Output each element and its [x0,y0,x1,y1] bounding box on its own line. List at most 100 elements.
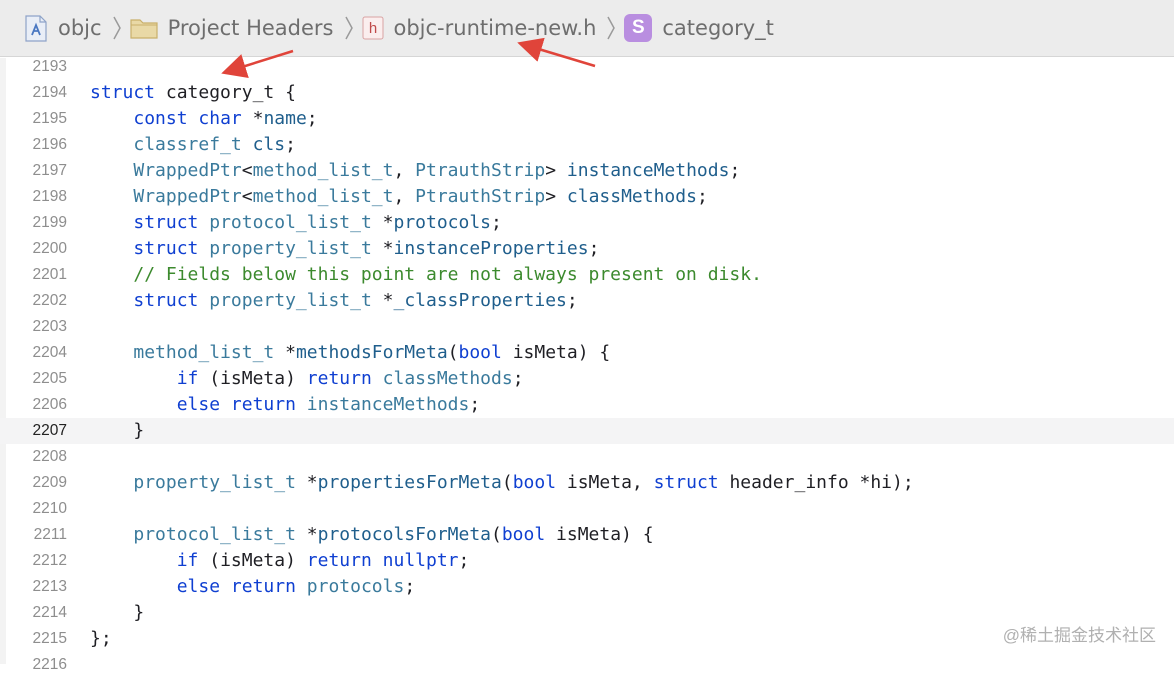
code-token: if [176,368,199,389]
code-token: * [241,108,264,129]
breadcrumb-item-group[interactable]: Project Headers [129,16,334,40]
code-line[interactable]: 2207 } [0,418,1174,444]
code-token: bool [458,342,502,363]
line-number: 2198 [32,188,67,205]
line-number: 2195 [32,110,67,127]
code-text: else return instanceMethods; [90,392,480,418]
line-number: 2213 [32,578,67,595]
code-text: if (isMeta) return nullptr; [90,548,470,574]
code-token: bool [512,472,557,493]
code-text: else return protocols; [90,574,415,600]
code-line[interactable]: 2194 struct category_t { [0,80,1174,106]
breadcrumb-item-symbol[interactable]: S category_t [624,14,774,42]
code-text: struct category_t { [90,80,296,106]
code-editor[interactable]: 2193 2194 struct category_t {2195 const ch… [0,58,1174,673]
code-line[interactable]: 2199 struct protocol_list_t *protocols; [0,210,1174,236]
code-line[interactable]: 2200 struct property_list_t *instancePro… [0,236,1174,262]
code-line[interactable]: 2210 [0,496,1174,522]
code-line[interactable]: 2196 classref_t cls; [0,132,1174,158]
code-line[interactable]: 2205 if (isMeta) return classMethods; [0,366,1174,392]
code-line[interactable]: 2213 else return protocols; [0,574,1174,600]
code-token: , [393,160,416,181]
code-token: ; [588,238,600,259]
line-number: 2209 [32,474,67,491]
code-text: const char *name; [90,106,317,132]
line-number: 2197 [32,162,67,179]
code-text: }; [90,626,112,652]
code-line[interactable]: 2202 struct property_list_t *_classPrope… [0,288,1174,314]
code-text: struct property_list_t *instanceProperti… [90,236,599,262]
code-line[interactable]: 2208 [0,444,1174,470]
code-line[interactable]: 2201 // Fields below this point are not … [0,262,1174,288]
code-line[interactable]: 2216 [0,652,1174,678]
code-line[interactable]: 2198 WrappedPtr<method_list_t, PtrauthSt… [0,184,1174,210]
code-line[interactable]: 2195 const char *name; [0,106,1174,132]
code-token: isMeta, [556,472,654,493]
breadcrumb-item-project[interactable]: objc [24,14,102,42]
code-text: struct property_list_t *_classProperties… [90,288,577,314]
code-line[interactable]: 2204 method_list_t *methodsForMeta(bool … [0,340,1174,366]
code-token: struct [653,472,719,493]
code-token: protocols [393,212,492,233]
line-number: 2215 [32,630,67,647]
code-token: ; [729,160,741,181]
code-token: isMeta) { [545,524,654,545]
code-token: classMethods [566,186,697,207]
code-token: instanceMethods [306,394,470,415]
code-line[interactable]: 2193 [0,54,1174,80]
code-token: category_t { [155,82,296,103]
code-token: struct [90,82,156,103]
code-token: * [295,524,318,545]
code-text: WrappedPtr<method_list_t, PtrauthStrip> … [90,158,740,184]
code-line[interactable]: 2206 else return instanceMethods; [0,392,1174,418]
code-token: * [371,212,394,233]
line-number: 2201 [32,266,67,283]
code-token: < [241,186,253,207]
line-number: 2206 [32,396,67,413]
code-token: ( [447,342,459,363]
code-token: } [90,602,145,623]
code-token: protocol_list_t [133,524,296,545]
code-text: struct protocol_list_t *protocols; [90,210,502,236]
code-token: // Fields below this point are not alway… [133,264,762,285]
code-line[interactable]: 2203 [0,314,1174,340]
line-number: 2202 [32,292,67,309]
code-token: * [371,290,394,311]
code-token: else [176,576,221,597]
breadcrumb-label: objc-runtime-new.h [393,16,597,40]
code-token: ; [696,186,708,207]
code-token: * [371,238,394,259]
chevron-right-icon [112,15,122,41]
code-token: if [176,550,199,571]
code-token: protocolsForMeta [317,524,491,545]
code-token: ; [285,134,296,155]
code-token: else [176,394,221,415]
code-token: protocol_list_t [209,212,372,233]
breadcrumb-item-file[interactable]: h objc-runtime-new.h [362,16,597,40]
code-token: instanceProperties [393,238,589,259]
watermark: @稀土掘金技术社区 [1002,626,1156,645]
code-line[interactable]: 2212 if (isMeta) return nullptr; [0,548,1174,574]
code-line[interactable]: 2214 } [0,600,1174,626]
code-line[interactable]: 2215}; [0,626,1174,652]
code-token: name [263,108,307,129]
code-line[interactable]: 2211 protocol_list_t *protocolsForMeta(b… [0,522,1174,548]
line-number: 2193 [32,58,67,75]
code-line[interactable]: 2209 property_list_t *propertiesForMeta(… [0,470,1174,496]
code-text: WrappedPtr<method_list_t, PtrauthStrip> … [90,184,708,210]
code-token: _classProperties [393,290,567,311]
breadcrumb-label: Project Headers [167,16,334,40]
code-token: PtrauthStrip [415,186,546,207]
code-line[interactable]: 2197 WrappedPtr<method_list_t, PtrauthSt… [0,158,1174,184]
